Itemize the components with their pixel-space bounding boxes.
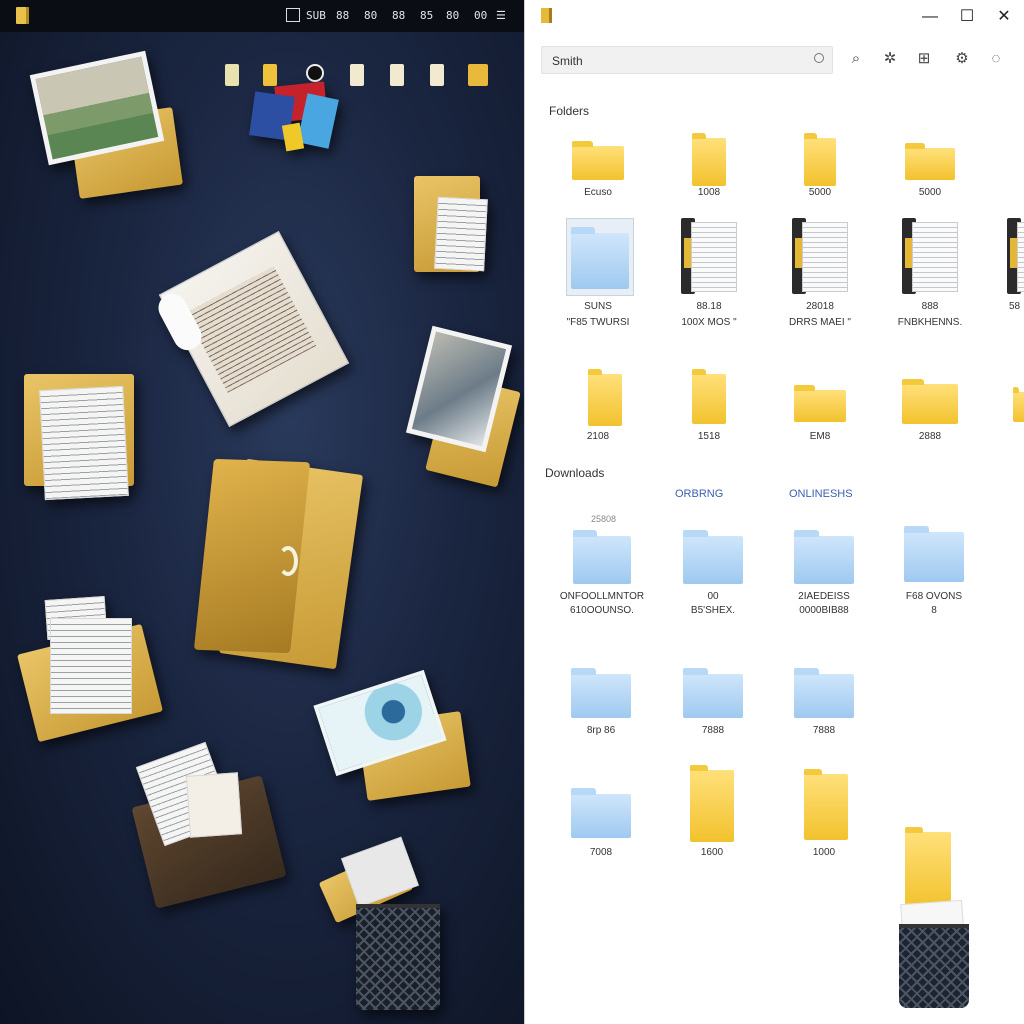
folder-item[interactable]: 1008 — [659, 133, 759, 206]
binder-icon — [681, 218, 739, 294]
photo-icon[interactable] — [405, 325, 521, 488]
file-icon[interactable] — [225, 64, 239, 86]
recycle-bin-icon[interactable] — [895, 826, 975, 1010]
document-item[interactable]: 28018 DRRS MAEI " — [770, 216, 870, 334]
folder-preview — [566, 218, 634, 296]
open-folder-icon[interactable] — [193, 446, 364, 670]
tray-item[interactable]: 85 — [420, 8, 433, 24]
folder-item[interactable]: 2108 — [548, 368, 648, 448]
folder-item[interactable]: 7008 — [551, 766, 651, 866]
folder-item[interactable]: SUNS "F85 TWURSI — [548, 216, 648, 334]
folder-item[interactable]: 1000 — [774, 766, 874, 866]
folder-icon — [683, 530, 743, 584]
tray-item[interactable]: 88 — [392, 8, 405, 24]
search-box[interactable] — [541, 46, 833, 74]
search-options-icon[interactable] — [814, 53, 824, 63]
money-bundle-icon[interactable] — [313, 669, 471, 801]
bug-icon[interactable]: ✲ — [881, 50, 899, 68]
tray-item[interactable]: 80 — [364, 8, 377, 24]
folder-icon — [690, 765, 734, 842]
photo-folder-icon[interactable] — [29, 50, 188, 202]
document-folder-icon[interactable] — [24, 368, 148, 502]
folder-item[interactable]: ONFOOLLMNTOR 610OOUNSO. — [552, 530, 652, 630]
folder-item[interactable]: 5000 — [880, 136, 980, 206]
folder-icon — [573, 530, 631, 584]
minimize-button[interactable]: — — [918, 8, 942, 26]
folder-item[interactable]: EM8 — [770, 368, 870, 448]
folder-item[interactable]: 7888 — [774, 668, 874, 750]
folder-item[interactable]: 5000 — [770, 133, 870, 206]
folder-icon — [794, 530, 854, 584]
folder-item[interactable]: 00 B5'SHEX. — [663, 530, 763, 630]
folder-icon[interactable] — [1013, 387, 1024, 422]
desktop: SUB 88 80 88 85 80 00 ☰ — [0, 0, 524, 1024]
file-explorer-window: — ☐ ✕ ⌕ ✲ ⊞ ⚙ ◌ Folders Ecuso 1008 5000 … — [524, 0, 1024, 1024]
folder-icon — [692, 133, 726, 186]
document-icon[interactable] — [153, 230, 350, 428]
folder-icon — [572, 141, 624, 180]
circle-icon[interactable] — [306, 64, 324, 82]
document-item[interactable]: 58 — [985, 216, 1024, 334]
folder-item[interactable]: 7888 — [663, 668, 763, 750]
folder-icon — [794, 668, 854, 718]
file-icon[interactable] — [350, 64, 364, 86]
translate-icon[interactable]: ⊞ — [915, 50, 933, 68]
settings-icon[interactable]: ⚙ — [953, 50, 971, 68]
document-item[interactable]: 888 FNBKHENNS. — [880, 216, 980, 334]
folder-icon[interactable] — [263, 64, 277, 86]
folder-icon — [571, 788, 631, 838]
folder-item[interactable]: Ecuso — [548, 136, 648, 206]
tray-box-icon[interactable] — [286, 8, 300, 22]
folder-icon — [804, 769, 848, 840]
paper-cluster-icon[interactable] — [246, 81, 342, 156]
folder-item[interactable]: 8rp 86 — [551, 668, 651, 750]
tray-item[interactable]: 00 — [474, 8, 487, 24]
search-input[interactable] — [550, 51, 804, 71]
refresh-icon[interactable]: ◌ — [987, 50, 1005, 68]
folder-item[interactable]: 1518 — [659, 368, 759, 448]
folder-app-icon — [541, 8, 552, 23]
section-heading: Folders — [549, 104, 590, 118]
tray-menu-icon[interactable]: ☰ — [496, 8, 506, 24]
recycle-bin-icon[interactable] — [318, 836, 450, 1010]
sub-label: 25808 — [591, 514, 617, 524]
tab-orbrng[interactable]: ORBRNG — [675, 488, 723, 500]
folder-icon — [571, 668, 631, 718]
folder-icon — [588, 369, 622, 426]
binder-icon — [792, 218, 850, 294]
document-item[interactable]: 88.18 100X MOS " — [659, 216, 759, 334]
folder-icon — [794, 385, 846, 422]
file-icon[interactable] — [430, 64, 444, 86]
folder-icon — [902, 379, 958, 424]
archive-box-icon[interactable] — [131, 741, 287, 909]
section-heading: Downloads — [545, 466, 605, 480]
tab-onlineshs[interactable]: ONLINESHS — [789, 488, 853, 500]
folder-icon — [905, 143, 955, 180]
app-icon[interactable] — [16, 7, 29, 24]
maximize-button[interactable]: ☐ — [955, 8, 979, 26]
taskbar: SUB 88 80 88 85 80 00 ☰ — [0, 0, 524, 32]
tray-item[interactable]: 80 — [446, 8, 459, 24]
file-icon[interactable] — [390, 64, 404, 86]
folder-icon — [804, 133, 836, 186]
document-folder-icon[interactable] — [414, 172, 502, 276]
document-folder-icon[interactable] — [17, 594, 164, 743]
folder-icon[interactable] — [468, 64, 488, 86]
folder-item[interactable]: 2888 — [880, 368, 980, 448]
magnify-icon[interactable]: ⌕ — [847, 50, 865, 68]
folder-icon — [683, 668, 743, 718]
folder-item[interactable]: 1600 — [662, 765, 762, 866]
binder-icon — [1007, 218, 1024, 294]
folder-item[interactable]: F68 OVONS 8 — [884, 526, 984, 630]
folder-icon — [904, 526, 964, 582]
tray-item[interactable]: 88 — [336, 8, 349, 24]
folder-item[interactable]: 2IAEDEISS 0000BIB88 — [774, 530, 874, 630]
close-button[interactable]: ✕ — [992, 8, 1016, 26]
tray-item[interactable]: SUB — [306, 8, 326, 24]
folder-icon — [692, 369, 726, 424]
binder-icon — [902, 218, 960, 294]
